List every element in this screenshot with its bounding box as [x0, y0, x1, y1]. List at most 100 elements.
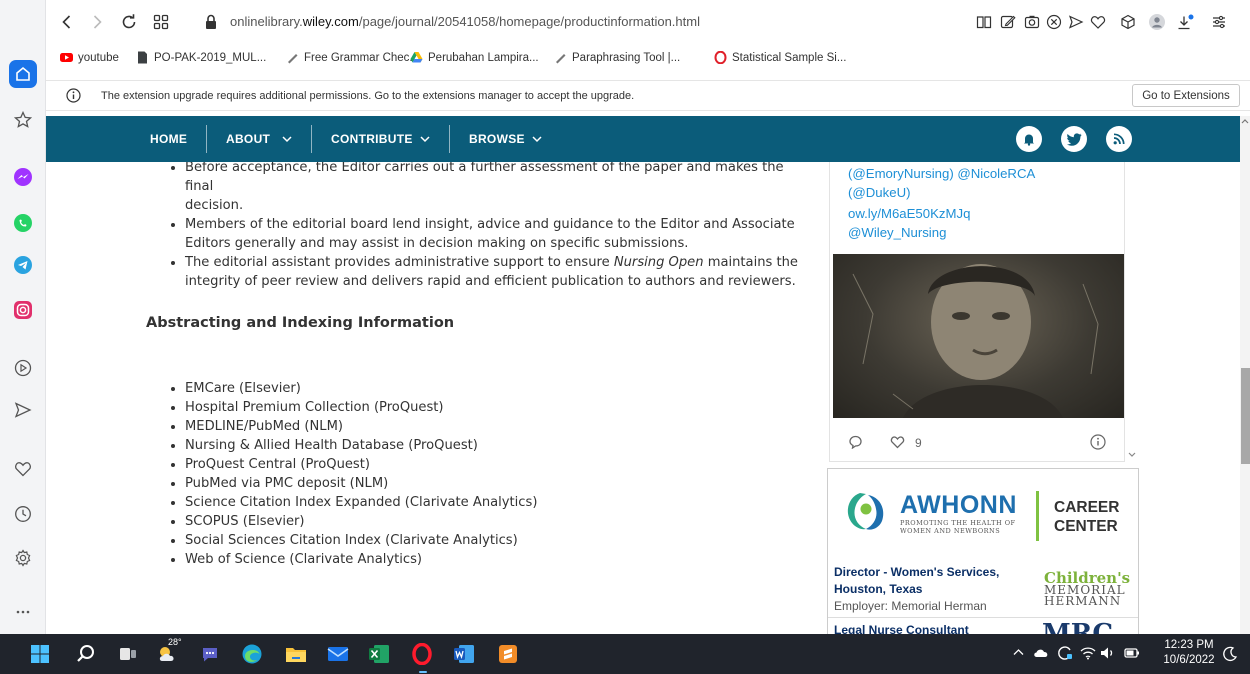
- nav-divider: [449, 125, 450, 153]
- pen-icon: [554, 51, 567, 64]
- edit-icon[interactable]: [1000, 14, 1016, 30]
- ad-divider: [1036, 491, 1039, 541]
- edge-browser-icon[interactable]: [240, 642, 264, 666]
- url-field[interactable]: onlinelibrary.wiley.com/page/journal/205…: [230, 14, 700, 29]
- job-title-link[interactable]: Director - Women's Services,: [834, 565, 999, 579]
- search-icon[interactable]: [74, 642, 98, 666]
- word-icon[interactable]: [452, 642, 476, 666]
- list-item: ProQuest Central (ProQuest): [171, 455, 771, 474]
- home-icon[interactable]: [9, 60, 37, 88]
- like-heart-icon[interactable]: [890, 435, 905, 449]
- nav-browse[interactable]: BROWSE: [469, 132, 525, 146]
- mention-link[interactable]: (@DukeU): [848, 185, 910, 200]
- bookmark-paraphrasing[interactable]: Paraphrasing Tool |...: [554, 51, 680, 64]
- mail-icon[interactable]: [326, 642, 350, 666]
- settings-gear-icon[interactable]: [9, 544, 37, 572]
- bookmarks-star-icon[interactable]: [9, 106, 37, 134]
- send-icon[interactable]: [9, 396, 37, 424]
- instagram-icon[interactable]: [9, 296, 37, 324]
- chevron-down-icon: [532, 136, 542, 143]
- lock-icon[interactable]: [202, 13, 220, 31]
- tweet-photo[interactable]: [833, 254, 1124, 418]
- extension-infobar: The extension upgrade requires additiona…: [46, 80, 1250, 111]
- tweet-url-link[interactable]: ow.ly/M6aE50KzMJq: [848, 206, 970, 221]
- career-center-ad[interactable]: AWHONN PROMOTING THE HEALTH OF WOMEN AND …: [827, 468, 1139, 634]
- chevron-up-icon[interactable]: [1013, 648, 1024, 656]
- drive-icon: [410, 51, 423, 64]
- download-icon[interactable]: [1176, 14, 1194, 30]
- snapshot-camera-icon[interactable]: [1024, 14, 1040, 30]
- twitter-embed: (@EmoryNursing) @NicoleRCA (@DukeU) ow.l…: [829, 162, 1125, 462]
- battery-icon[interactable]: [1124, 645, 1140, 661]
- back-icon[interactable]: [58, 13, 76, 31]
- bookmark-youtube[interactable]: youtube: [60, 51, 119, 64]
- list-item: Members of the editorial board lend insi…: [171, 215, 811, 253]
- tab-grid-icon[interactable]: [152, 13, 170, 31]
- nav-divider: [311, 125, 312, 153]
- send-to-flow-icon[interactable]: [1068, 14, 1084, 30]
- vpn-sync-icon[interactable]: [1057, 645, 1073, 661]
- volume-icon[interactable]: [1100, 646, 1116, 660]
- go-to-extensions-button[interactable]: Go to Extensions: [1132, 84, 1240, 107]
- bookmark-statistical[interactable]: Statistical Sample Si...: [714, 51, 846, 64]
- reload-icon[interactable]: [120, 13, 138, 31]
- history-clock-icon[interactable]: [9, 500, 37, 528]
- sublime-app-icon[interactable]: [496, 642, 520, 666]
- taskbar-clock[interactable]: 12:23 PM 10/6/2022: [1162, 638, 1216, 668]
- bookmark-perubahan[interactable]: Perubahan Lampira...: [410, 51, 539, 64]
- list-item: MEDLINE/PubMed (NLM): [171, 417, 771, 436]
- mention-link[interactable]: @Wiley_Nursing: [848, 225, 946, 240]
- chevron-down-icon: [420, 136, 430, 143]
- adblock-icon[interactable]: [1046, 14, 1062, 30]
- file-explorer-icon[interactable]: [284, 642, 308, 666]
- employer-logo-text: MEMORIAL HERMANN: [1044, 583, 1126, 608]
- tweet-scroll-down-icon[interactable]: [1128, 452, 1136, 458]
- onedrive-cloud-icon[interactable]: [1033, 647, 1049, 658]
- page-scrollbar-thumb[interactable]: [1241, 368, 1250, 464]
- opera-browser-icon[interactable]: [410, 642, 434, 666]
- weather-temperature: 28°: [168, 637, 182, 647]
- whatsapp-icon[interactable]: [9, 209, 37, 237]
- list-item: Social Sciences Citation Index (Clarivat…: [171, 531, 771, 550]
- reply-icon[interactable]: [848, 435, 863, 449]
- active-app-indicator: [419, 671, 427, 673]
- bookmarks-bar: youtube PO-PAK-2019_MUL... Free Grammar …: [46, 44, 1250, 72]
- journal-name: Nursing Open: [613, 255, 704, 270]
- section-heading: Abstracting and Indexing Information: [146, 315, 455, 331]
- reader-mode-icon[interactable]: [976, 14, 992, 30]
- job-title-link[interactable]: Legal Nurse Consultant: [834, 623, 969, 634]
- journal-nav: HOME ABOUT CONTRIBUTE BROWSE: [46, 116, 1240, 162]
- nav-home[interactable]: HOME: [150, 132, 187, 146]
- notification-bell-icon[interactable]: [1016, 126, 1042, 152]
- info-icon[interactable]: [1090, 434, 1106, 450]
- wifi-icon[interactable]: [1080, 646, 1096, 660]
- task-view-icon[interactable]: [116, 642, 140, 666]
- excel-icon[interactable]: [367, 642, 391, 666]
- favorite-heart-icon[interactable]: [1090, 14, 1106, 30]
- extensions-cube-icon[interactable]: [1120, 14, 1136, 30]
- messenger-icon[interactable]: [9, 163, 37, 191]
- player-icon[interactable]: [9, 354, 37, 382]
- list-item: Science Citation Index Expanded (Clariva…: [171, 493, 771, 512]
- teams-chat-icon[interactable]: [198, 642, 222, 666]
- profile-avatar-icon[interactable]: [1149, 14, 1165, 30]
- windows-start-icon[interactable]: [28, 642, 52, 666]
- bookmark-grammar[interactable]: Free Grammar Chec...: [286, 51, 419, 64]
- telegram-icon[interactable]: [9, 251, 37, 279]
- nav-contribute[interactable]: CONTRIBUTE: [331, 132, 413, 146]
- mention-link[interactable]: @NicoleRCA: [957, 166, 1035, 181]
- mention-link[interactable]: (@EmoryNursing): [848, 166, 954, 181]
- nav-about[interactable]: ABOUT: [226, 132, 270, 146]
- notifications-moon-icon[interactable]: [1222, 646, 1238, 662]
- tweet-text-line: (@EmoryNursing) @NicoleRCA: [848, 166, 1035, 181]
- heart-icon[interactable]: [9, 455, 37, 483]
- opera-sidebar: [0, 0, 46, 634]
- awhonn-logo: [842, 487, 890, 535]
- easy-setup-menu-icon[interactable]: [1211, 14, 1227, 30]
- rss-icon[interactable]: [1106, 126, 1132, 152]
- twitter-icon[interactable]: [1061, 126, 1087, 152]
- forward-icon[interactable]: [88, 13, 106, 31]
- bookmark-po-pak[interactable]: PO-PAK-2019_MUL...: [136, 51, 266, 64]
- scroll-up-icon[interactable]: [1241, 118, 1249, 124]
- more-options-icon[interactable]: [9, 598, 37, 626]
